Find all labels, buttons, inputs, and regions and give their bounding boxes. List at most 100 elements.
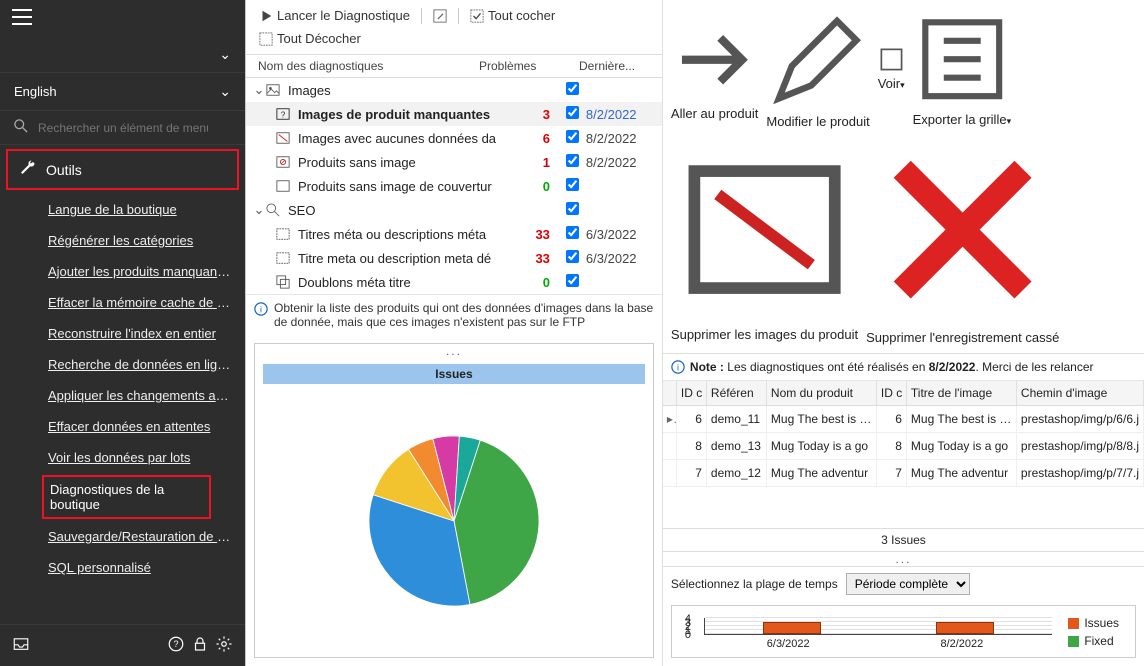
sidebar: ⌄ English ⌄ Outils Langue de la boutique… [0, 0, 245, 666]
item-check[interactable] [566, 226, 579, 239]
edit-square-icon[interactable] [428, 7, 452, 25]
caret-down-icon: ⌄ [252, 82, 266, 98]
diagnostics-panel: Lancer le Diagnostique Tout cocher Tout … [245, 0, 663, 666]
item-check[interactable] [566, 274, 579, 287]
chevron-down-icon: ⌄ [219, 83, 231, 100]
item-check[interactable] [566, 178, 579, 191]
table-row[interactable]: 7demo_12Mug The adventur7Mug The adventu… [663, 460, 1144, 487]
image-nodata-icon [276, 131, 294, 145]
sidebar-item-reconstruire[interactable]: Reconstruire l'index en entier [0, 318, 245, 349]
lock-icon[interactable] [191, 635, 209, 656]
sidebar-item-langue[interactable]: Langue de la boutique [0, 194, 245, 225]
tree-item-meta-title-def[interactable]: Titre meta ou description meta dé 33 6/3… [246, 246, 662, 270]
bar-legend: Issues Fixed [1056, 612, 1131, 653]
col-id2[interactable]: ID c [877, 381, 907, 405]
results-grid: ID c Référen Nom du produit ID c Titre d… [663, 381, 1144, 487]
view-dropdown[interactable]: Voir▾ [878, 46, 905, 91]
col-image-path[interactable]: Chemin d'image [1017, 381, 1144, 405]
group-seo-check[interactable] [566, 202, 579, 215]
info-icon: i [254, 302, 268, 316]
right-toolbar: Aller au produit Modifier le produit Voi… [663, 0, 1144, 354]
table-row[interactable]: ▸6demo_11Mug The best is ye6Mug The best… [663, 406, 1144, 433]
tree-item-meta-titles[interactable]: Titres méta ou descriptions méta 33 6/3/… [246, 222, 662, 246]
caret-down-icon: ⌄ [252, 202, 266, 218]
sidebar-language-section[interactable]: English ⌄ [0, 73, 245, 111]
tree-item-images-nodata[interactable]: Images avec aucunes données da 6 8/2/202… [246, 126, 662, 150]
item-check[interactable] [566, 250, 579, 263]
check-all-button[interactable]: Tout cocher [465, 6, 560, 25]
sidebar-item-sql[interactable]: SQL personnalisé [0, 552, 245, 583]
uncheck-all-button[interactable]: Tout Décocher [254, 29, 366, 48]
tree-item-missing-images[interactable]: ? Images de produit manquantes 3 8/2/202… [246, 102, 662, 126]
sidebar-item-voir-lots[interactable]: Voir les données par lots [0, 442, 245, 473]
issues-bar-chart: 012346/3/20228/2/2022 Issues Fixed [671, 605, 1136, 658]
tree-group-images[interactable]: ⌄ Images [246, 78, 662, 102]
svg-text:?: ? [281, 111, 286, 120]
delete-broken-record-button[interactable]: Supprimer l'enregistrement cassé [866, 133, 1059, 344]
time-range-row: Sélectionnez la plage de temps Période c… [663, 567, 1144, 601]
col-problems[interactable]: Problèmes [479, 59, 549, 73]
wrench-icon [18, 159, 36, 180]
missing-image-icon: ? [276, 107, 294, 121]
search-input[interactable] [38, 121, 208, 135]
gear-icon[interactable] [215, 635, 233, 656]
tree-group-seo[interactable]: ⌄ SEO [246, 198, 662, 222]
sidebar-item-regen[interactable]: Régénérer les catégories [0, 225, 245, 256]
meta-dup-icon [276, 275, 294, 289]
sidebar-item-ajouter[interactable]: Ajouter les produits manquants ... [0, 256, 245, 287]
seo-icon [266, 203, 284, 217]
item-check[interactable] [566, 130, 579, 143]
col-image-title[interactable]: Titre de l'image [907, 381, 1017, 405]
info-description: i Obtenir la liste des produits qui ont … [246, 294, 662, 335]
sidebar-item-sauvegarde[interactable]: Sauvegarde/Restauration de la b... [0, 521, 245, 552]
sidebar-search[interactable] [0, 111, 245, 145]
panel-resize-handle[interactable]: ... [255, 344, 653, 360]
results-grid-header: ID c Référen Nom du produit ID c Titre d… [663, 381, 1144, 406]
note-row: i Note : Les diagnostiques ont été réali… [663, 354, 1144, 381]
search-icon [14, 119, 28, 136]
tree-item-meta-dup[interactable]: Doublons méta titre 0 [246, 270, 662, 294]
goto-product-button[interactable]: Aller au produit [671, 16, 758, 121]
col-product-name[interactable]: Nom du produit [767, 381, 877, 405]
sidebar-item-effacer-cache[interactable]: Effacer la mémoire cache de la b... [0, 287, 245, 318]
svg-text:i: i [677, 362, 679, 372]
meta-default-icon [276, 251, 294, 265]
tree-item-products-noimage[interactable]: Produits sans image 1 8/2/2022 [246, 150, 662, 174]
sidebar-item-outils[interactable]: Outils [6, 149, 239, 190]
col-last[interactable]: Dernière... [579, 59, 654, 73]
product-noimage-icon [276, 155, 294, 169]
language-label: English [14, 84, 57, 99]
tree-item-products-nocover[interactable]: Produits sans image de couvertur 0 [246, 174, 662, 198]
group-images-check[interactable] [566, 82, 579, 95]
sidebar-item-appliquer[interactable]: Appliquer les changements au W... [0, 380, 245, 411]
product-nocover-icon [276, 179, 294, 193]
time-range-select[interactable]: Période complète [846, 573, 970, 595]
item-check[interactable] [566, 154, 579, 167]
col-name[interactable]: Nom des diagnostiques [254, 59, 479, 73]
item-check[interactable] [566, 106, 579, 119]
results-panel: Aller au produit Modifier le produit Voi… [663, 0, 1144, 666]
sidebar-item-recherche[interactable]: Recherche de données en ligne [0, 349, 245, 380]
edit-product-button[interactable]: Modifier le produit [766, 8, 869, 129]
sidebar-item-effacer-attentes[interactable]: Effacer données en attentes [0, 411, 245, 442]
pie-svg [369, 436, 539, 606]
hamburger-button[interactable] [0, 0, 245, 37]
issues-chart-title: Issues [263, 364, 645, 384]
table-row[interactable]: 8demo_13Mug Today is a go8Mug Today is a… [663, 433, 1144, 460]
mid-toolbar: Lancer le Diagnostique Tout cocher Tout … [246, 0, 662, 55]
images-icon [266, 83, 284, 97]
chevron-down-icon: ⌄ [219, 46, 231, 63]
help-icon[interactable]: ? [167, 635, 185, 656]
export-grid-dropdown[interactable]: Exporter la grille▾ [913, 10, 1011, 126]
legend-fixed: Fixed [1084, 634, 1113, 648]
col-ref[interactable]: Référen [707, 381, 767, 405]
sidebar-item-diagnostiques[interactable]: Diagnostiques de la boutique [42, 475, 211, 519]
inbox-icon[interactable] [12, 635, 30, 656]
panel-resize-handle[interactable]: ... [663, 552, 1144, 567]
svg-text:i: i [260, 305, 262, 315]
delete-product-images-button[interactable]: Supprimer les images du produit [671, 136, 858, 341]
sidebar-blank-section[interactable]: ⌄ [0, 37, 245, 73]
svg-text:?: ? [173, 639, 178, 649]
col-id1[interactable]: ID c [677, 381, 707, 405]
launch-diagnostic-button[interactable]: Lancer le Diagnostique [254, 6, 415, 25]
